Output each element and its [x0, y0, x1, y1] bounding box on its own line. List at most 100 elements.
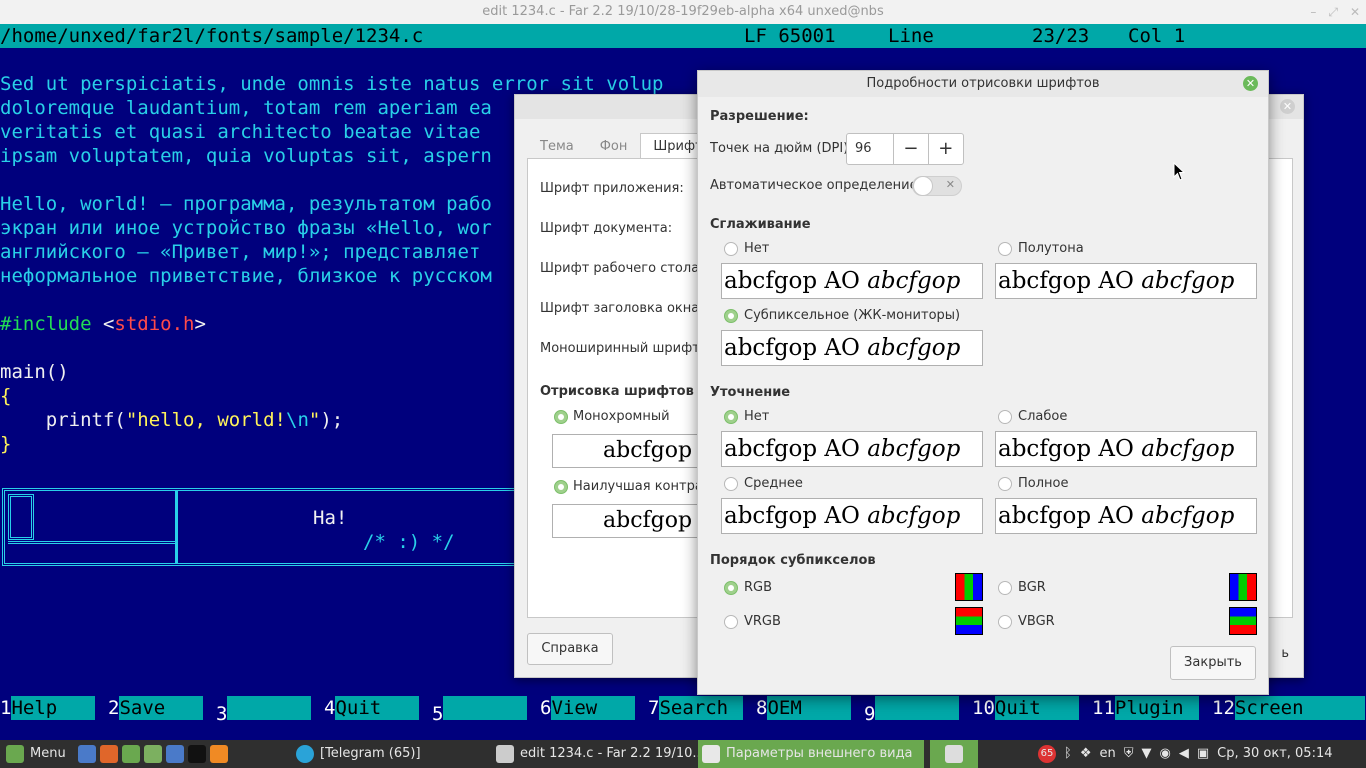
task-appearance[interactable]: Параметры внешнего вида — [698, 740, 924, 768]
fkey-quit-10[interactable]: 10Quit — [972, 696, 1079, 720]
radio-icon — [724, 241, 738, 256]
auto-detect-label: Автоматическое определение: — [710, 178, 922, 193]
text-line: ipsam voluptatem, quia voluptas sit, asp… — [0, 145, 492, 167]
editor-status-bar: /home/unxed/far2l/fonts/sample/1234.c LF… — [0, 24, 1366, 48]
desktop-font-label: Шрифт рабочего стола: — [540, 261, 704, 276]
dpi-spinner: 96 − + — [846, 133, 964, 165]
line-ending: LF 65001 — [744, 25, 836, 47]
telegram-badge-icon[interactable]: 65 — [1038, 745, 1056, 763]
minus-icon[interactable]: − — [894, 134, 929, 164]
close-button[interactable]: Закрыть — [1170, 646, 1256, 680]
file-path: /home/unxed/far2l/fonts/sample/1234.c — [0, 25, 424, 47]
code-printf-line: printf("hello, world!\n"); — [0, 408, 343, 432]
close-icon[interactable]: ✕ — [1350, 5, 1360, 19]
radio-indeterminate-icon — [554, 479, 568, 494]
wifi-icon[interactable]: ▼ — [1141, 740, 1151, 768]
window-title-bar[interactable]: edit 1234.c - Far 2.2 19/10/28-19f29eb-a… — [0, 0, 1366, 24]
radio-smooth-subpixel[interactable]: Субпиксельное (ЖК-мониторы) — [724, 308, 960, 323]
workspace-switcher[interactable] — [930, 740, 978, 768]
fkey-save[interactable]: 2Save — [108, 696, 204, 720]
dialog-title: Подробности отрисовки шрифтов — [866, 76, 1100, 91]
mono-preview: abcfgop — [552, 434, 712, 468]
window-controls: – ⤢ ✕ — [1310, 0, 1360, 24]
contrast-preview: abcfgop — [552, 504, 712, 538]
close-icon[interactable]: ✕ — [1280, 99, 1295, 114]
task-telegram[interactable]: [Telegram (65)] — [296, 740, 421, 768]
preview-hint-none: abcfgop AO abcfgop — [721, 431, 983, 467]
fkey-screen[interactable]: 12Screen — [1212, 696, 1365, 720]
dpi-input[interactable]: 96 — [847, 134, 895, 164]
fkey-5[interactable]: 5 — [432, 696, 528, 725]
tab-background[interactable]: Фон — [587, 133, 641, 159]
radio-hint-slight[interactable]: Слабое — [998, 409, 1067, 424]
dropbox-icon[interactable]: ❖ — [1080, 740, 1092, 768]
radio-mono[interactable]: Монохромный — [554, 409, 670, 424]
mail-icon[interactable] — [166, 745, 184, 763]
radio-hint-full[interactable]: Полное — [998, 476, 1069, 491]
string-literal-end: " — [308, 409, 321, 431]
preview-hint-full: abcfgop AO abcfgop — [995, 498, 1257, 534]
function-key-bar: 1Help 2Save 3 4Quit 5 6View 7Search 8OEM… — [0, 696, 1366, 725]
bluetooth-icon[interactable]: ᛒ — [1064, 740, 1072, 768]
radio-hint-medium[interactable]: Среднее — [724, 476, 803, 491]
font-render-header: Отрисовка шрифтов — [540, 384, 694, 399]
fkey-quit[interactable]: 4Quit — [324, 696, 420, 720]
radio-hint-none[interactable]: Нет — [724, 409, 769, 424]
radio-order-bgr[interactable]: BGR — [998, 580, 1046, 595]
minimize-icon[interactable]: – — [1310, 5, 1316, 19]
firefox-icon[interactable] — [100, 745, 118, 763]
preview-hint-medium: abcfgop AO abcfgop — [721, 498, 983, 534]
telegram-icon — [296, 745, 314, 763]
plus-icon[interactable]: + — [929, 134, 963, 164]
preview-smooth-subpixel: abcfgop AO abcfgop — [721, 330, 983, 366]
task-far[interactable]: edit 1234.c - Far 2.2 19/10... — [496, 740, 705, 768]
fkey-plugin[interactable]: 11Plugin — [1092, 696, 1199, 720]
updates-icon[interactable]: ▣ — [1197, 740, 1209, 768]
app-icon[interactable] — [210, 745, 228, 763]
volume-icon[interactable]: ◀ — [1179, 740, 1189, 768]
redshift-icon[interactable]: ◉ — [1159, 740, 1170, 768]
fkey-help[interactable]: 1Help — [0, 696, 96, 720]
radio-order-vbgr[interactable]: VBGR — [998, 614, 1055, 629]
radio-smooth-none[interactable]: Нет — [724, 241, 769, 256]
maximize-icon[interactable]: ⤢ — [1328, 5, 1338, 20]
fkey-search[interactable]: 7Search — [648, 696, 744, 720]
taskbar: Menu [Telegram (65)] edit 1234.c - Far 2… — [0, 740, 1366, 768]
code-include-line: #include <stdio.h> — [0, 312, 206, 336]
ascii-frame: На! /* :) */ — [2, 488, 522, 566]
radio-order-vrgb[interactable]: VRGB — [724, 614, 781, 629]
terminal-icon[interactable] — [188, 745, 206, 763]
clock[interactable]: Ср, 30 окт, 05:14 — [1217, 740, 1332, 768]
fkey-view[interactable]: 6View — [540, 696, 636, 720]
preview-smooth-grayscale: abcfgop AO abcfgop — [995, 263, 1257, 299]
help-button[interactable]: Справка — [527, 633, 613, 665]
folder-icon[interactable] — [144, 745, 162, 763]
radio-best-contrast[interactable]: Наилучшая контраст — [554, 479, 718, 494]
window-icon — [496, 745, 514, 763]
auto-detect-toggle[interactable]: ✕ — [912, 176, 962, 196]
mint-logo-icon — [6, 745, 24, 763]
line-label: Line — [888, 25, 934, 47]
launcher-icon[interactable] — [78, 745, 96, 763]
fkey-9[interactable]: 9 — [864, 696, 960, 725]
files-icon[interactable] — [122, 745, 140, 763]
radio-order-rgb[interactable]: RGB — [724, 580, 772, 595]
tab-theme[interactable]: Тема — [527, 133, 587, 159]
radio-smooth-grayscale[interactable]: Полутона — [998, 241, 1084, 256]
smoothing-header: Сглаживание — [710, 217, 811, 232]
fkey-oem[interactable]: 8OEM — [756, 696, 852, 720]
resolution-header: Разрешение: — [710, 109, 809, 124]
preview-smooth-none: abcfgop AO abcfgop — [721, 263, 983, 299]
code-brace: } — [0, 433, 12, 455]
vbgr-swatch-icon — [1229, 607, 1257, 635]
dialog-title-bar[interactable]: Подробности отрисовки шрифтов — [698, 71, 1268, 97]
close-icon[interactable]: ✕ — [1243, 76, 1258, 91]
keyboard-layout[interactable]: en — [1099, 740, 1115, 768]
workspace-icon — [945, 745, 963, 763]
close-button-partial[interactable]: ь — [1281, 646, 1289, 661]
radio-icon — [998, 241, 1012, 256]
radio-selected-icon — [724, 580, 738, 595]
menu-button[interactable]: Menu — [6, 740, 66, 768]
shield-icon[interactable]: ⛨ — [1124, 740, 1134, 768]
fkey-3[interactable]: 3 — [216, 696, 312, 725]
